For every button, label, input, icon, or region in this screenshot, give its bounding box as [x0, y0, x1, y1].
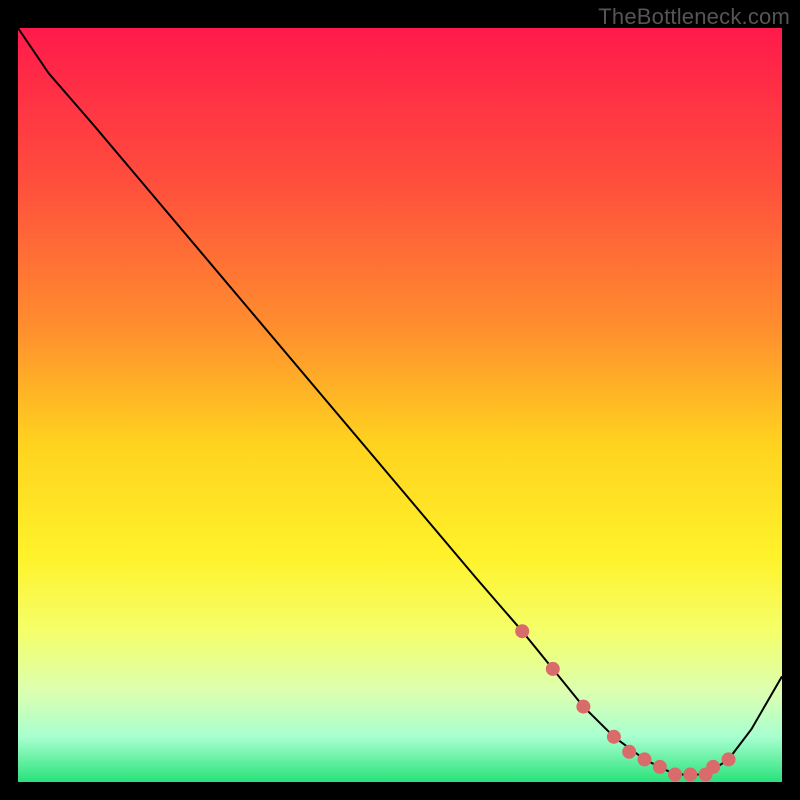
gradient-background — [18, 28, 782, 782]
data-dot — [622, 745, 636, 759]
data-dot — [515, 624, 529, 638]
data-dot — [683, 768, 697, 782]
data-dot — [607, 730, 621, 744]
data-dot — [706, 760, 720, 774]
bottleneck-chart — [0, 0, 800, 800]
data-dot — [668, 768, 682, 782]
data-dot — [722, 752, 736, 766]
watermark-text: TheBottleneck.com — [598, 4, 790, 30]
chart-root: TheBottleneck.com — [0, 0, 800, 800]
data-dot — [653, 760, 667, 774]
data-dot — [576, 700, 590, 714]
data-dot — [638, 752, 652, 766]
data-dot — [546, 662, 560, 676]
